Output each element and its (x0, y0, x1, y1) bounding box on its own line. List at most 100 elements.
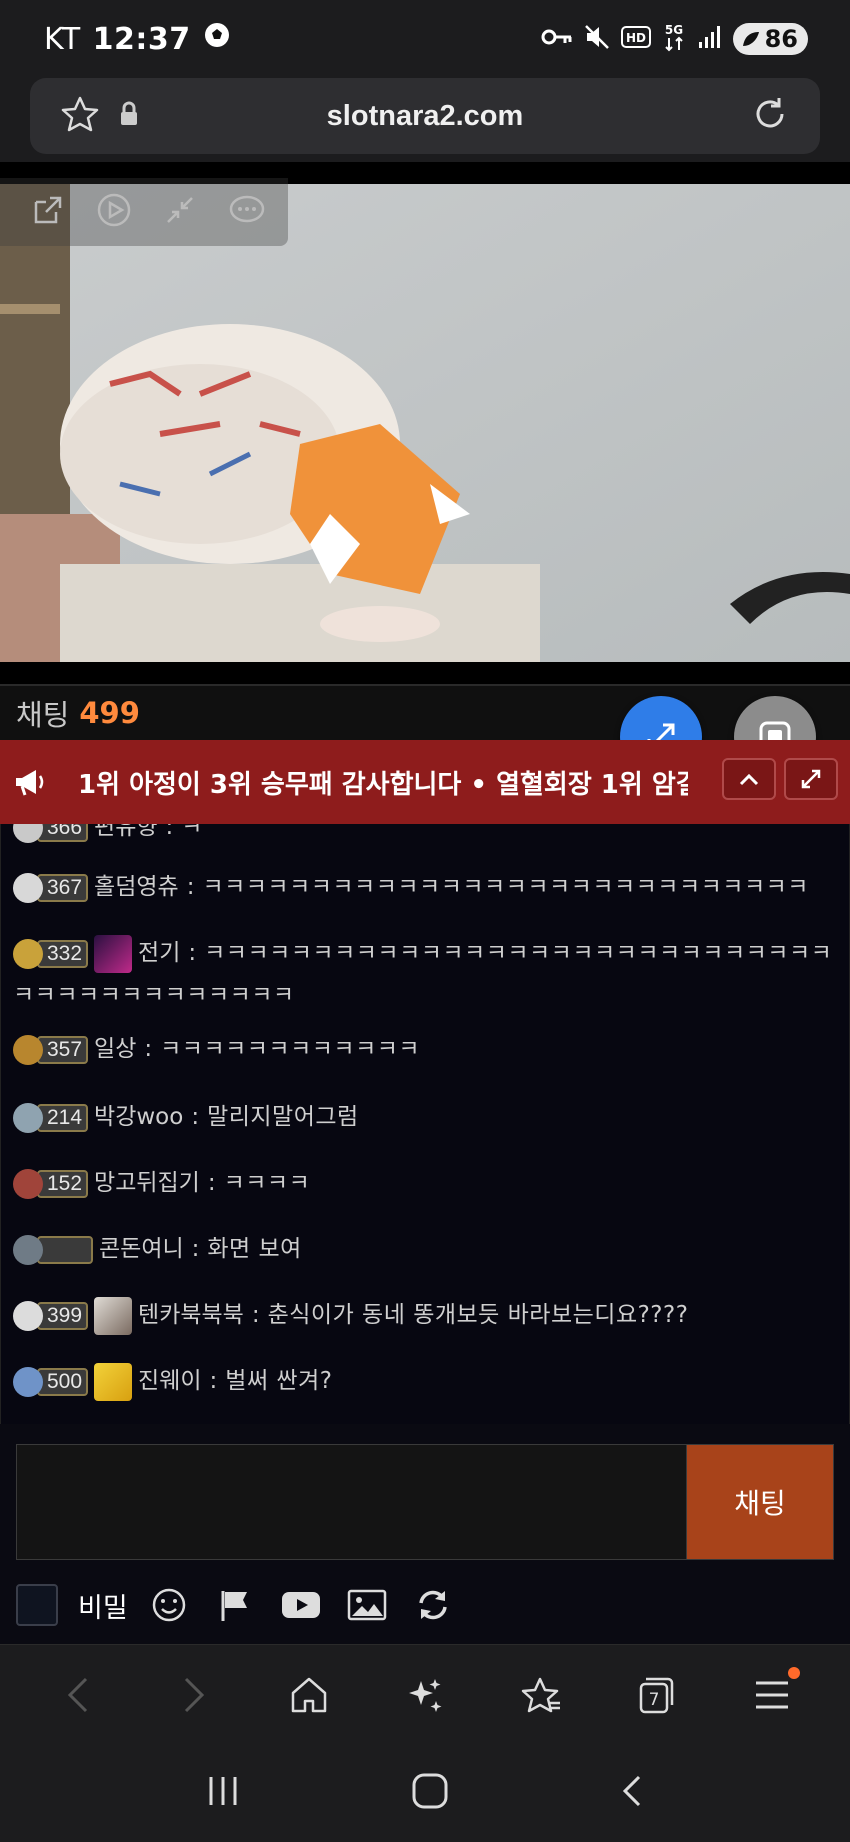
message-text: 화면 보여 (207, 1236, 302, 1262)
message-text: 말리지말어그럼 (207, 1104, 359, 1130)
url-text: slotnara2.com (326, 99, 524, 132)
nickname: 전기 (138, 940, 181, 966)
nickname: 박강woo (94, 1104, 184, 1130)
browser-toolbar: slotnara2.com (0, 78, 850, 162)
video-frame (0, 184, 850, 662)
system-nav-bar (0, 1744, 850, 1842)
hd-icon: HD (620, 25, 651, 53)
chat-bubble-icon[interactable] (228, 192, 266, 232)
message-text: ㅋㅋㅋㅋㅋㅋㅋㅋㅋㅋㅋㅋㅋㅋㅋㅋㅋㅋㅋㅋㅋㅋㅋㅋㅋㅋㅋㅋ (202, 874, 809, 900)
chat-input-area: 채팅 비밀 (0, 1424, 850, 1644)
back-icon[interactable] (48, 1665, 108, 1725)
nickname: 일상 (94, 1036, 137, 1062)
chat-message: 152 망고뒤집기: ㅋㅋㅋㅋ (13, 1162, 839, 1204)
level-badge: 500 (13, 1364, 89, 1400)
megaphone-icon (0, 767, 60, 797)
tabs-icon[interactable]: 7 (626, 1665, 686, 1725)
message-text: 춘식이가 동네 똥개보듯 바라보는디요???? (267, 1302, 689, 1328)
status-bar: KT 12:37 HD 5G 86 (0, 0, 850, 78)
recent-apps-icon[interactable] (203, 1773, 243, 1813)
chat-header: 채팅 499 (0, 684, 850, 740)
leaf-icon (742, 32, 759, 46)
menu-icon[interactable] (742, 1665, 802, 1725)
reload-icon[interactable] (750, 94, 790, 138)
nickname: 텐카북북북 (138, 1302, 244, 1328)
expand-icon (801, 769, 821, 789)
nickname: 홀덤영츄 (94, 874, 179, 900)
shrink-icon[interactable] (162, 192, 198, 232)
chat-input[interactable] (16, 1444, 686, 1560)
level-badge: 357 (13, 1032, 89, 1068)
level-badge: 399 (13, 1298, 89, 1334)
battery-level: 86 (764, 25, 798, 53)
level-badge (13, 1232, 93, 1268)
notification-dot (788, 1666, 801, 1679)
nickname: 망고뒤집기 (94, 1170, 200, 1196)
chat-message: 366 편유향: ㅋ (13, 824, 839, 848)
signal-icon (697, 24, 723, 54)
user-avatar (94, 1296, 133, 1335)
key-icon (541, 27, 573, 51)
system-back-icon[interactable] (617, 1771, 647, 1815)
bookmark-star-icon[interactable] (60, 94, 100, 138)
secret-label: 비밀 (78, 1592, 128, 1624)
chat-message: 500 진웨이: 벌써 싼겨? (13, 1360, 839, 1402)
chat-message: 콘돈여니: 화면 보여 (13, 1228, 839, 1270)
flag-icon[interactable] (212, 1582, 258, 1628)
svg-text:5G: 5G (664, 23, 682, 37)
chat-message: 332 전기: ㅋㅋㅋㅋㅋㅋㅋㅋㅋㅋㅋㅋㅋㅋㅋㅋㅋㅋㅋㅋㅋㅋㅋㅋㅋㅋㅋㅋㅋㅋㅋㅋㅋㅋ… (13, 932, 839, 1016)
tab-count: 7 (649, 1690, 660, 1710)
emoji-icon[interactable] (146, 1582, 192, 1628)
message-text: ㅋㅋㅋㅋㅋㅋㅋㅋㅋㅋㅋㅋㅋㅋㅋㅋㅋㅋㅋㅋㅋㅋㅋㅋㅋㅋㅋㅋㅋㅋㅋㅋㅋㅋㅋㅋㅋㅋㅋㅋ… (13, 940, 833, 1008)
secret-checkbox[interactable] (16, 1584, 58, 1626)
forward-icon[interactable] (164, 1665, 224, 1725)
chat-message: 214 박강woo: 말리지말어그럼 (13, 1096, 839, 1138)
viewer-count: 499 (79, 696, 140, 730)
address-bar[interactable]: slotnara2.com (30, 78, 820, 154)
chat-message: 399 텐카북북북: 춘식이가 동네 똥개보듯 바라보는디요???? (13, 1294, 839, 1336)
system-home-icon[interactable] (410, 1771, 450, 1815)
browser-bottom-nav: 7 (0, 1644, 850, 1744)
svg-text:HD: HD (626, 31, 646, 45)
bookmarks-icon[interactable] (511, 1665, 571, 1725)
sparkle-icon[interactable] (395, 1665, 455, 1725)
chat-message: 357 일상: ㅋㅋㅋㅋㅋㅋㅋㅋㅋㅋㅋㅋ (13, 1028, 839, 1070)
video-player[interactable] (0, 184, 850, 662)
youtube-icon[interactable] (278, 1582, 324, 1628)
chat-message-list[interactable]: 366 편유향: ㅋ 367 홀덤영츄: ㅋㅋㅋㅋㅋㅋㅋㅋㅋㅋㅋㅋㅋㅋㅋㅋㅋㅋㅋㅋㅋㅋㅋ… (0, 824, 850, 1424)
clock: 12:37 (92, 21, 191, 57)
carrier-label: KT (44, 21, 81, 57)
chat-title: 채팅 (16, 698, 70, 732)
nickname: 진웨이 (138, 1368, 202, 1394)
level-badge: 214 (13, 1100, 89, 1136)
chat-tools: 비밀 (16, 1582, 476, 1628)
message-text: ㅋ (181, 824, 203, 840)
refresh-icon[interactable] (410, 1582, 456, 1628)
user-avatar (94, 934, 133, 973)
nickname: 콘돈여니 (99, 1236, 184, 1262)
notice-text: 1위 아정이 3위 승무패 감사합니다 • 열혈회장 1위 암걸리 2위 ( (78, 769, 688, 800)
image-icon[interactable] (344, 1582, 390, 1628)
mute-icon (583, 23, 611, 55)
chat-message: 367 홀덤영츄: ㅋㅋㅋㅋㅋㅋㅋㅋㅋㅋㅋㅋㅋㅋㅋㅋㅋㅋㅋㅋㅋㅋㅋㅋㅋㅋㅋㅋ (13, 866, 839, 908)
send-chat-button[interactable]: 채팅 (686, 1444, 834, 1560)
home-icon[interactable] (279, 1665, 339, 1725)
user-avatar (94, 1362, 133, 1401)
play-icon[interactable] (96, 192, 132, 232)
level-badge: 332 (13, 936, 89, 972)
notice-collapse-button[interactable] (722, 758, 776, 800)
level-badge: 366 (13, 824, 89, 846)
video-control-bar (0, 178, 288, 246)
message-text: 벌써 싼겨? (225, 1368, 333, 1394)
level-badge: 152 (13, 1166, 89, 1202)
popout-icon[interactable] (30, 192, 66, 232)
5g-icon: 5G (661, 22, 687, 56)
message-text: ㅋㅋㅋㅋㅋㅋㅋㅋㅋㅋㅋㅋ (160, 1036, 421, 1062)
notice-banner: 1위 아정이 3위 승무패 감사합니다 • 열혈회장 1위 암걸리 2위 ( (0, 740, 850, 824)
lock-icon (118, 101, 140, 131)
notice-expand-button[interactable] (784, 758, 838, 800)
chevron-up-icon (739, 773, 759, 786)
soccer-ball-icon (203, 21, 231, 57)
battery-indicator: 86 (732, 23, 808, 55)
message-text: ㅋㅋㅋㅋ (223, 1170, 311, 1196)
